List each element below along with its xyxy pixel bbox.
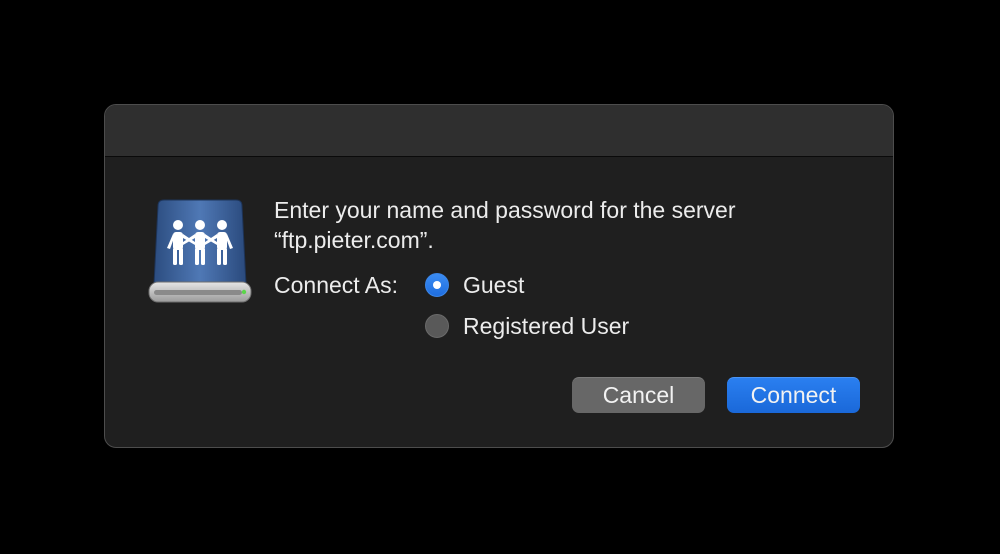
cancel-button[interactable]: Cancel	[572, 377, 705, 413]
radio-registered-user[interactable]: Registered User	[425, 311, 629, 341]
radio-guest[interactable]: Guest	[425, 270, 524, 300]
radio-registered-user-label[interactable]: Registered User	[463, 311, 629, 341]
dialog-message: Enter your name and password for the ser…	[274, 195, 834, 255]
connect-as-label: Connect As:	[274, 272, 399, 298]
connect-dialog: Enter your name and password for the ser…	[104, 104, 894, 448]
message-line-1: Enter your name and password for the ser…	[274, 197, 736, 223]
connect-button[interactable]: Connect	[727, 377, 860, 413]
shared-server-icon	[146, 198, 254, 306]
radio-button-unselected[interactable]	[425, 314, 449, 338]
message-line-2: “ftp.pieter.com”.	[274, 227, 434, 253]
dialog-titlebar[interactable]	[105, 105, 893, 157]
radio-guest-label[interactable]: Guest	[463, 270, 524, 300]
radio-button-selected[interactable]	[425, 273, 449, 297]
